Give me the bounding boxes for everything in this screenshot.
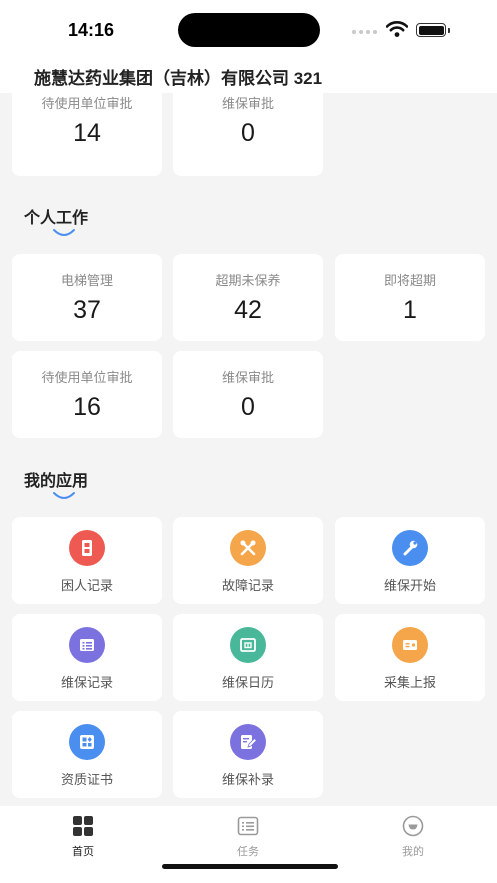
stat-card-maintenance-approval[interactable]: 维保审批 0 xyxy=(173,93,323,176)
stat-card-elevator-management[interactable]: 电梯管理 37 xyxy=(12,254,162,341)
section-underline xyxy=(53,492,75,499)
elevator-icon xyxy=(69,530,105,566)
tab-label: 任务 xyxy=(237,846,259,858)
app-maintenance-record[interactable]: 维保记录 xyxy=(12,614,162,701)
stat-label: 电梯管理 xyxy=(60,273,113,288)
wifi-icon xyxy=(386,21,408,37)
app-label: 故障记录 xyxy=(221,578,274,593)
tab-label: 我的 xyxy=(402,846,424,858)
app-trapped-record[interactable]: 困人记录 xyxy=(12,517,162,604)
certificate-icon xyxy=(69,724,105,760)
tab-home[interactable]: 首页 xyxy=(43,812,123,860)
stat-card-soon-overdue[interactable]: 即将超期 1 xyxy=(335,254,485,341)
calendar-icon xyxy=(230,627,266,663)
stat-value: 0 xyxy=(241,119,255,147)
page-header: 施慧达药业集团（吉林）有限公司 321 xyxy=(0,56,497,93)
edit-record-icon xyxy=(230,724,266,760)
stat-label: 即将超期 xyxy=(383,273,436,288)
stat-value: 16 xyxy=(73,393,101,421)
main-content[interactable]: 待使用单位审批 14 维保审批 0 个人工作 电梯管理 37 超期未保养 42 … xyxy=(0,93,497,806)
stat-label: 待使用单位审批 xyxy=(41,370,133,385)
tools-icon xyxy=(230,530,266,566)
bottom-tab-bar: 首页 任务 我的 xyxy=(0,806,497,883)
home-indicator xyxy=(162,864,338,869)
section-underline xyxy=(53,229,75,236)
section-title-personal-work: 个人工作 xyxy=(24,210,89,227)
app-maintenance-supplement[interactable]: 维保补录 xyxy=(173,711,323,798)
stat-value: 42 xyxy=(234,296,262,324)
app-label: 采集上报 xyxy=(383,675,436,690)
page-title: 施慧达药业集团（吉林）有限公司 321 xyxy=(34,69,323,88)
app-maintenance-calendar[interactable]: 维保日历 xyxy=(173,614,323,701)
stat-label: 维保审批 xyxy=(221,370,274,385)
status-bar: 14:16 xyxy=(0,0,497,56)
app-label: 困人记录 xyxy=(60,578,113,593)
wrench-icon xyxy=(392,530,428,566)
stat-value: 1 xyxy=(403,296,417,324)
app-fault-record[interactable]: 故障记录 xyxy=(173,517,323,604)
app-label: 维保补录 xyxy=(221,772,274,787)
app-label: 维保日历 xyxy=(221,675,274,690)
app-maintenance-start[interactable]: 维保开始 xyxy=(335,517,485,604)
section-title-my-apps: 我的应用 xyxy=(24,473,89,490)
dynamic-island xyxy=(178,13,320,47)
stat-value: 14 xyxy=(73,119,101,147)
stat-label: 超期未保养 xyxy=(215,273,281,288)
tab-tasks[interactable]: 任务 xyxy=(208,812,288,860)
home-grid-icon xyxy=(73,816,93,836)
stat-card-pending-unit-approval[interactable]: 待使用单位审批 14 xyxy=(12,93,162,176)
app-label: 维保记录 xyxy=(60,675,113,690)
report-icon xyxy=(392,627,428,663)
stat-card-overdue-maintenance[interactable]: 超期未保养 42 xyxy=(173,254,323,341)
tab-profile[interactable]: 我的 xyxy=(373,812,453,860)
status-time: 14:16 xyxy=(68,20,115,40)
profile-icon xyxy=(402,815,424,837)
tab-label: 首页 xyxy=(72,846,94,858)
stat-label: 待使用单位审批 xyxy=(41,96,133,111)
stat-value: 37 xyxy=(73,296,101,324)
stat-value: 0 xyxy=(241,393,255,421)
app-label: 维保开始 xyxy=(383,578,436,593)
app-label: 资质证书 xyxy=(60,772,113,787)
stat-card-pending-unit-approval[interactable]: 待使用单位审批 16 xyxy=(12,351,162,438)
task-list-icon xyxy=(237,816,259,836)
stat-label: 维保审批 xyxy=(221,96,274,111)
app-collect-report[interactable]: 采集上报 xyxy=(335,614,485,701)
battery-icon xyxy=(416,23,450,37)
list-icon xyxy=(69,627,105,663)
app-qualification-certificate[interactable]: 资质证书 xyxy=(12,711,162,798)
signal-icon xyxy=(352,30,377,34)
stat-card-maintenance-approval[interactable]: 维保审批 0 xyxy=(173,351,323,438)
